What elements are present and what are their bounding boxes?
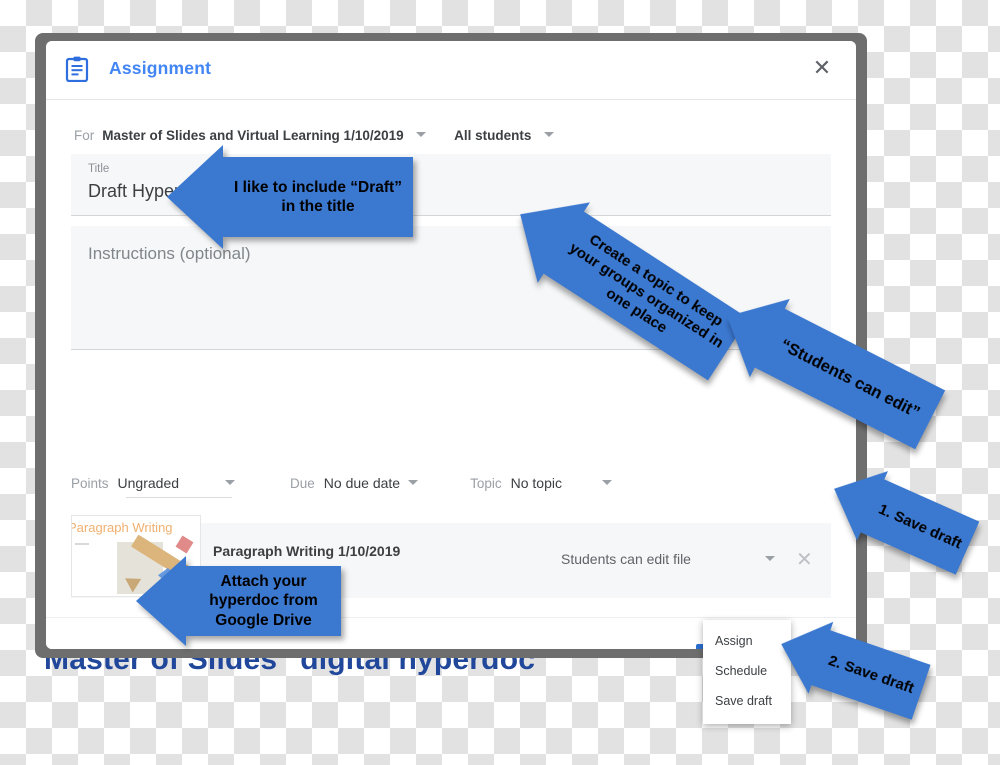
due-selector[interactable]: Due No due date xyxy=(290,475,419,491)
class-name: Master of Slides and Virtual Learning 1/… xyxy=(102,128,404,143)
remove-attachment-icon[interactable]: ✕ xyxy=(796,547,813,571)
topic-label: Topic xyxy=(470,475,502,491)
points-label: Points xyxy=(71,475,109,491)
chevron-down-icon xyxy=(408,479,419,485)
due-value: No due date xyxy=(323,475,401,491)
annotation-save-draft-2-text: 2. Save draft xyxy=(811,630,931,720)
annotation-title-tip: I like to include “Draft” in the title xyxy=(167,145,413,249)
points-value: Ungraded xyxy=(117,475,180,491)
thumbnail-line xyxy=(75,543,89,545)
attachment-name: Paragraph Writing 1/10/2019 xyxy=(213,543,401,559)
annotation-attach-tip: Attach your hyperdoc from Google Drive xyxy=(136,556,341,646)
clipboard-assignment-icon xyxy=(65,56,89,83)
annotation-save-draft-1: 1. Save draft xyxy=(818,454,980,575)
annotation-save-draft-1-text: 1. Save draft xyxy=(860,479,980,575)
close-icon[interactable]: ✕ xyxy=(808,55,836,83)
audience-label: All students xyxy=(454,128,532,143)
paperclip-icon[interactable] xyxy=(70,648,90,649)
points-underline xyxy=(126,497,232,498)
pencil-eraser-shape xyxy=(175,535,194,554)
title-caption: Title xyxy=(88,163,110,175)
chevron-down-icon xyxy=(416,132,427,138)
topic-selector[interactable]: Topic No topic xyxy=(470,475,612,491)
chevron-down-icon xyxy=(225,479,236,485)
chevron-down-icon[interactable] xyxy=(765,556,775,561)
dialog-header: Assignment ✕ xyxy=(46,41,856,100)
menu-item-save-draft[interactable]: Save draft xyxy=(703,686,791,716)
for-label: For xyxy=(74,128,95,143)
chevron-down-icon xyxy=(601,479,612,485)
annotation-save-draft-2: 2. Save draft xyxy=(768,608,931,720)
audience-selector[interactable]: All students xyxy=(426,127,554,145)
thumbnail-title: Paragraph Writing xyxy=(71,520,173,535)
arrow-head-left-icon xyxy=(136,556,186,646)
chevron-down-icon xyxy=(543,132,554,138)
due-label: Due xyxy=(290,475,315,491)
meta-row: Points Ungraded Due No due date Topic No… xyxy=(71,475,841,498)
for-row: For Master of Slides and Virtual Learnin… xyxy=(74,127,554,145)
class-selector[interactable]: Master of Slides and Virtual Learning 1/… xyxy=(102,127,427,145)
topic-value: No topic xyxy=(510,475,562,491)
attachment-permission-value[interactable]: Students can edit file xyxy=(561,551,691,567)
annotation-title-tip-text: I like to include “Draft” in the title xyxy=(223,157,413,237)
annotation-attach-tip-text: Attach your hyperdoc from Google Drive xyxy=(186,566,341,636)
page-title: Assignment xyxy=(109,58,212,78)
points-selector[interactable]: Points Ungraded xyxy=(71,475,236,498)
arrow-head-left-icon xyxy=(167,145,223,249)
